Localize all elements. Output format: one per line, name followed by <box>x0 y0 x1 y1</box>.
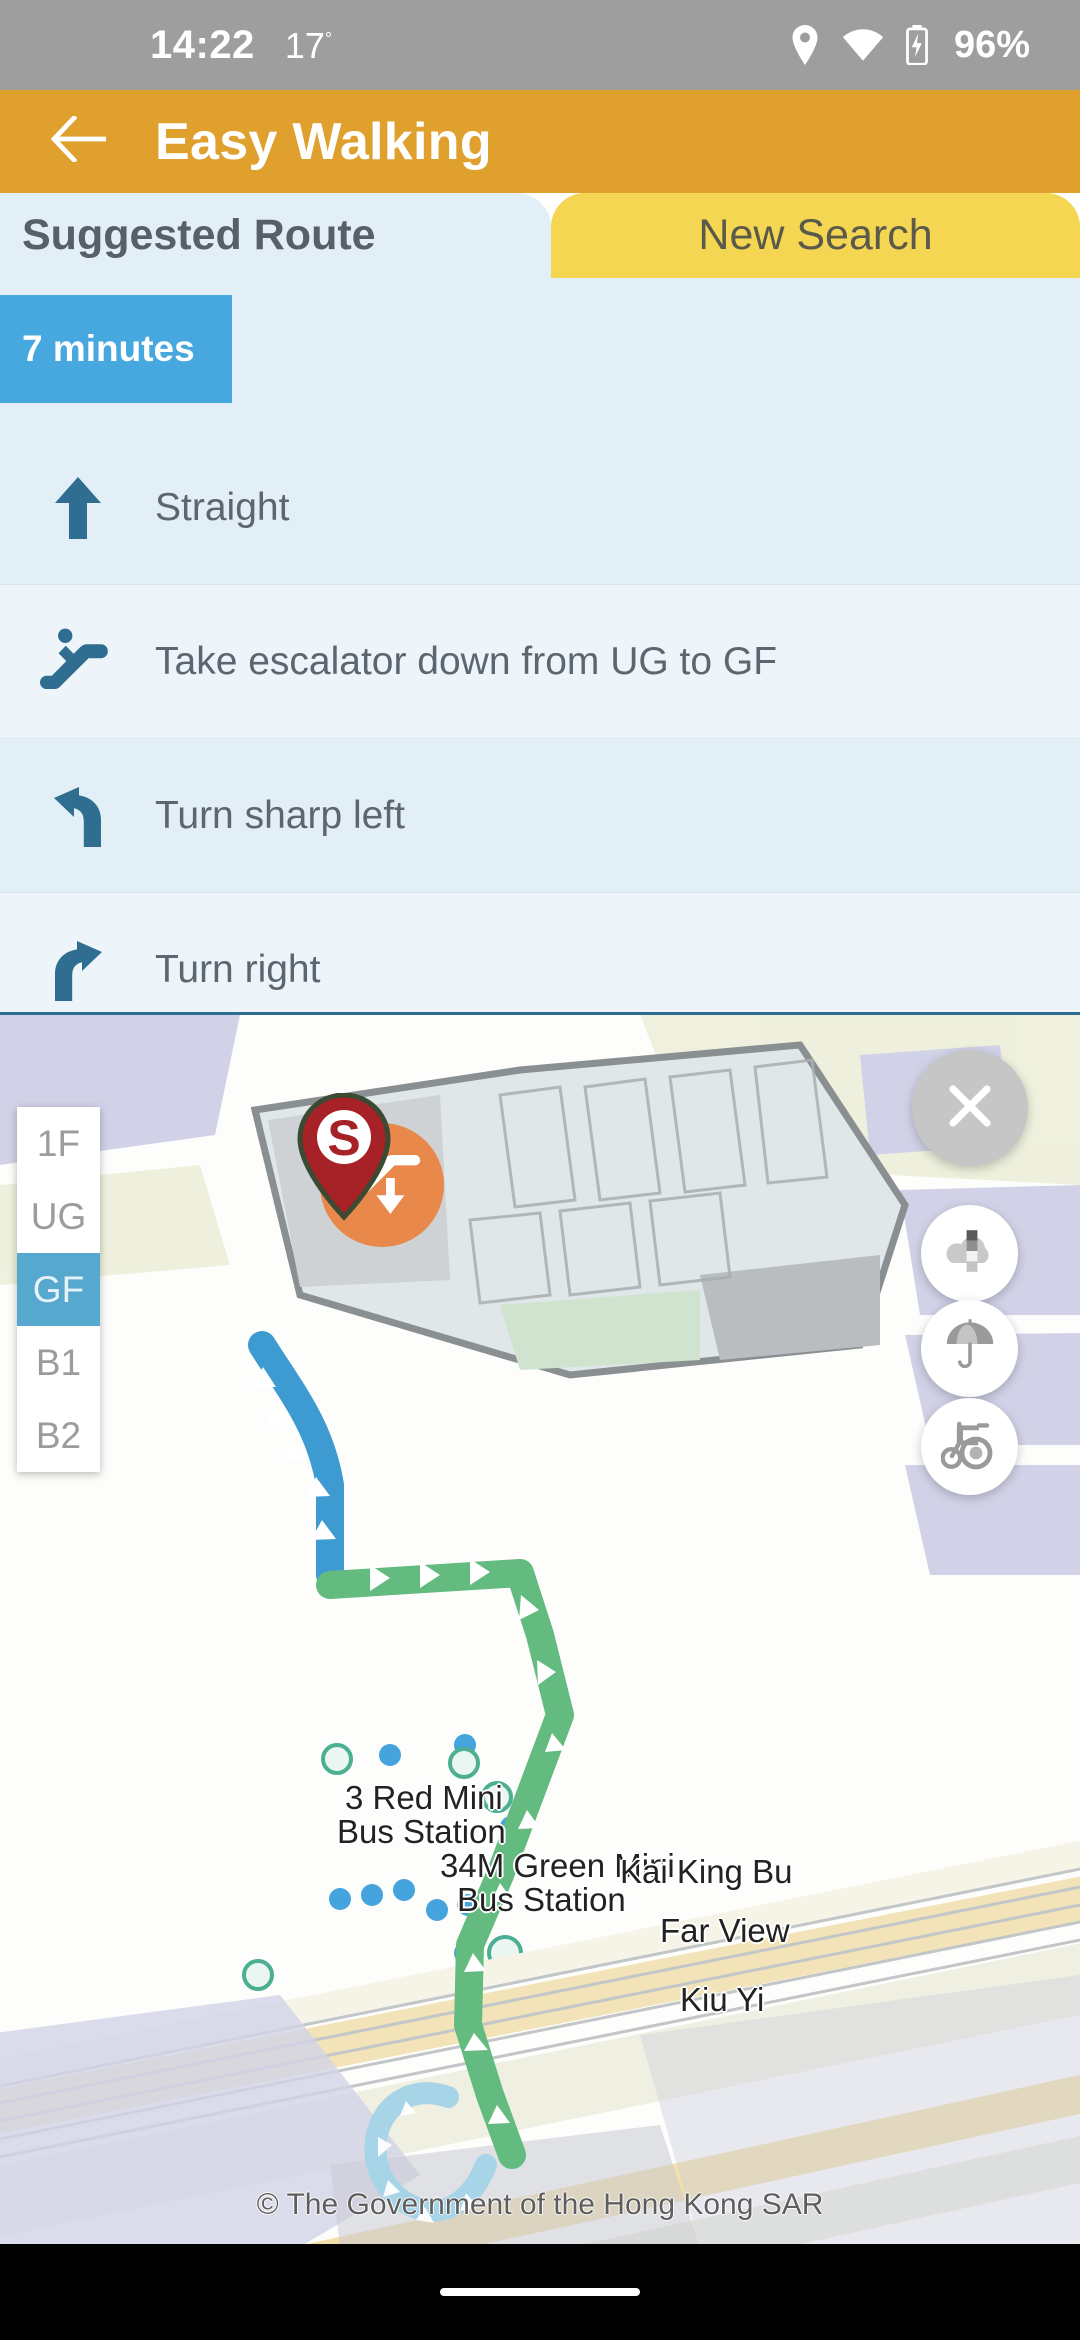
route-step-list: Straight Take escalator down from UG to … <box>0 431 1080 1018</box>
location-pin-icon <box>790 25 820 65</box>
umbrella-icon <box>942 1318 998 1379</box>
route-step[interactable]: Straight <box>0 431 1080 585</box>
tab-new-search[interactable]: New Search <box>551 193 1080 278</box>
page-title: Easy Walking <box>155 112 492 171</box>
layers-cloud-icon <box>942 1227 998 1280</box>
app-bar: Easy Walking <box>0 90 1080 193</box>
status-temperature: 17° <box>284 24 333 66</box>
back-button[interactable] <box>45 107 115 177</box>
route-step[interactable]: Turn right <box>0 893 1080 1018</box>
svg-text:S: S <box>327 1110 360 1166</box>
duration-badge: 7 minutes <box>0 295 232 403</box>
route-step-text: Turn sharp left <box>155 793 405 837</box>
route-step[interactable]: Turn sharp left <box>0 739 1080 893</box>
escalator-down-icon <box>0 627 155 697</box>
home-gesture-pill[interactable] <box>440 2288 640 2296</box>
floor-option-gf[interactable]: GF <box>17 1253 100 1326</box>
turn-sharp-left-icon <box>0 785 155 847</box>
status-time: 14:22 <box>150 22 255 67</box>
route-step-text: Take escalator down from UG to GF <box>155 639 778 683</box>
route-panel: 7 minutes Straight Take escalator down f… <box>0 278 1080 1018</box>
wheelchair-icon <box>939 1417 999 1476</box>
arrow-straight-up-icon <box>0 476 155 539</box>
floor-option-b2[interactable]: B2 <box>17 1399 100 1472</box>
turn-right-icon <box>0 939 155 1001</box>
floor-selector: 1F UG GF B1 B2 <box>17 1107 100 1472</box>
map-view[interactable]: S E 3 Red Mini Bus Station 34M Green Min… <box>0 1012 1080 2244</box>
floor-option-1f[interactable]: 1F <box>17 1107 100 1180</box>
arrow-left-icon <box>50 114 110 167</box>
route-step[interactable]: Take escalator down from UG to GF <box>0 585 1080 739</box>
start-pin-icon: S <box>297 1093 391 1221</box>
status-bar-right: 96% <box>790 24 1030 67</box>
floor-option-ug[interactable]: UG <box>17 1180 100 1253</box>
map-canvas <box>0 1015 1080 2244</box>
tab-suggested-route[interactable]: Suggested Route <box>0 193 551 278</box>
status-bar: 14:22 17° 96% <box>0 0 1080 90</box>
wifi-icon <box>842 29 884 61</box>
accessibility-button[interactable] <box>921 1398 1018 1495</box>
route-step-text: Turn right <box>155 947 321 991</box>
close-icon <box>947 1083 993 1134</box>
close-button[interactable] <box>912 1050 1028 1166</box>
status-bar-left: 14:22 17° <box>150 23 332 68</box>
floor-option-b1[interactable]: B1 <box>17 1326 100 1399</box>
app-screen: 14:22 17° 96% Easy Walking Suggested Rou… <box>0 0 1080 2340</box>
battery-charging-icon <box>906 25 928 65</box>
tab-new-search-label: New Search <box>698 211 933 259</box>
tab-suggested-route-label: Suggested Route <box>22 211 376 259</box>
tab-bar: Suggested Route New Search <box>0 193 1080 278</box>
layers-button[interactable] <box>921 1205 1018 1302</box>
system-navigation-bar <box>0 2244 1080 2340</box>
duration-badge-label: 7 minutes <box>22 328 195 369</box>
route-step-text: Straight <box>155 485 290 529</box>
weather-button[interactable] <box>921 1300 1018 1397</box>
battery-percentage: 96% <box>953 23 1030 66</box>
